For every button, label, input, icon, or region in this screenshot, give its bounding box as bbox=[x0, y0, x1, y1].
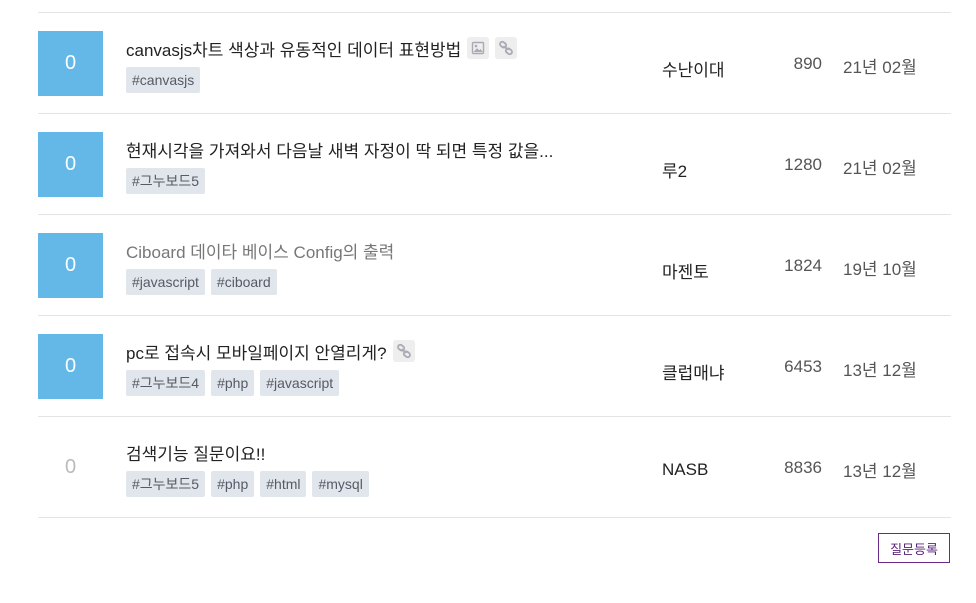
title-line: 현재시각을 가져와서 다음날 새벽 자정이 딱 되면 특정 값을... bbox=[126, 136, 646, 162]
question-content: Ciboard 데이타 베이스 Config의 출력 #javascript #ci… bbox=[126, 237, 646, 295]
question-row[interactable]: 0 canvasjs차트 색상과 유동적인 데이터 표현방법 #canvasjs 수난… bbox=[38, 13, 951, 114]
question-row[interactable]: 0 Ciboard 데이타 베이스 Config의 출력 #javascript #c… bbox=[38, 215, 951, 316]
tag-list: #그누보드4 #php #javascript bbox=[126, 370, 646, 396]
ask-question-button[interactable]: 질문등록 bbox=[878, 533, 950, 563]
tag-list: #javascript #ciboard bbox=[126, 269, 646, 295]
tag-link[interactable]: #canvasjs bbox=[126, 67, 201, 93]
tag-link[interactable]: #그누보드4 bbox=[126, 370, 206, 396]
author-name[interactable]: 수난이대 bbox=[662, 56, 725, 81]
link-icon bbox=[495, 37, 518, 59]
answer-count: 0 bbox=[38, 132, 103, 197]
tag-list: #canvasjs bbox=[126, 67, 646, 93]
question-title-link[interactable]: 현재시각을 가져와서 다음날 새벽 자정이 딱 되면 특정 값을... bbox=[126, 137, 553, 162]
question-row[interactable]: 0 현재시각을 가져와서 다음날 새벽 자정이 딱 되면 특정 값을... #그누보… bbox=[38, 114, 951, 215]
answer-count: 0 bbox=[38, 31, 103, 96]
tag-link[interactable]: #mysql bbox=[312, 471, 369, 497]
tag-link[interactable]: #php bbox=[211, 471, 255, 497]
tag-link[interactable]: #javascript bbox=[126, 269, 205, 295]
tag-link[interactable]: #html bbox=[260, 471, 307, 497]
question-title-link[interactable]: canvasjs차트 색상과 유동적인 데이터 표현방법 bbox=[126, 36, 461, 61]
author-name[interactable]: NASB bbox=[662, 460, 708, 480]
title-line: Ciboard 데이타 베이스 Config의 출력 bbox=[126, 237, 646, 263]
tag-link[interactable]: #그누보드5 bbox=[126, 471, 206, 497]
answer-count: 0 bbox=[38, 233, 103, 298]
author-name[interactable]: 루2 bbox=[662, 157, 687, 182]
question-title-link[interactable]: pc로 접속시 모바일페이지 안열리게? bbox=[126, 339, 387, 364]
tag-list: #그누보드5 bbox=[126, 168, 646, 194]
question-row[interactable]: 0 pc로 접속시 모바일페이지 안열리게? #그누보드4 #php #javascri… bbox=[38, 316, 951, 417]
question-row[interactable]: 0 검색기능 질문이요!! #그누보드5 #php #html #mysql NASB 883… bbox=[38, 417, 951, 518]
tag-link[interactable]: #javascript bbox=[260, 370, 340, 396]
post-date: 21년 02월 bbox=[843, 159, 917, 178]
author-name[interactable]: 마젠토 bbox=[662, 258, 709, 283]
view-count: 1824 bbox=[784, 256, 822, 275]
image-icon bbox=[467, 37, 490, 59]
tag-link[interactable]: #php bbox=[211, 370, 255, 396]
author-name[interactable]: 클럽매냐 bbox=[662, 359, 725, 384]
tag-link[interactable]: #ciboard bbox=[210, 269, 277, 295]
question-content: 현재시각을 가져와서 다음날 새벽 자정이 딱 되면 특정 값을... #그누보드… bbox=[126, 136, 646, 194]
post-date: 21년 02월 bbox=[843, 58, 917, 77]
title-line: pc로 접속시 모바일페이지 안열리게? bbox=[126, 338, 646, 364]
question-list: 0 canvasjs차트 색상과 유동적인 데이터 표현방법 #canvasjs 수난… bbox=[38, 12, 951, 518]
question-title-link[interactable]: Ciboard 데이타 베이스 Config의 출력 bbox=[126, 238, 394, 263]
post-date: 13년 12월 bbox=[843, 462, 917, 481]
title-line: canvasjs차트 색상과 유동적인 데이터 표현방법 bbox=[126, 35, 646, 61]
tag-list: #그누보드5 #php #html #mysql bbox=[126, 471, 646, 497]
question-content: canvasjs차트 색상과 유동적인 데이터 표현방법 #canvasjs bbox=[126, 35, 646, 93]
question-content: 검색기능 질문이요!! #그누보드5 #php #html #mysql bbox=[126, 439, 646, 497]
link-icon bbox=[392, 340, 415, 362]
view-count: 890 bbox=[793, 54, 822, 73]
answer-count: 0 bbox=[38, 334, 103, 399]
question-content: pc로 접속시 모바일페이지 안열리게? #그누보드4 #php #javascrip… bbox=[126, 338, 646, 396]
view-count: 1280 bbox=[784, 155, 822, 174]
title-line: 검색기능 질문이요!! bbox=[126, 439, 646, 465]
post-date: 19년 10월 bbox=[843, 260, 917, 279]
tag-link[interactable]: #그누보드5 bbox=[126, 168, 206, 194]
view-count: 8836 bbox=[784, 458, 822, 477]
answer-count: 0 bbox=[64, 456, 77, 478]
view-count: 6453 bbox=[784, 357, 822, 376]
question-title-link[interactable]: 검색기능 질문이요!! bbox=[126, 440, 265, 465]
post-date: 13년 12월 bbox=[843, 361, 917, 380]
